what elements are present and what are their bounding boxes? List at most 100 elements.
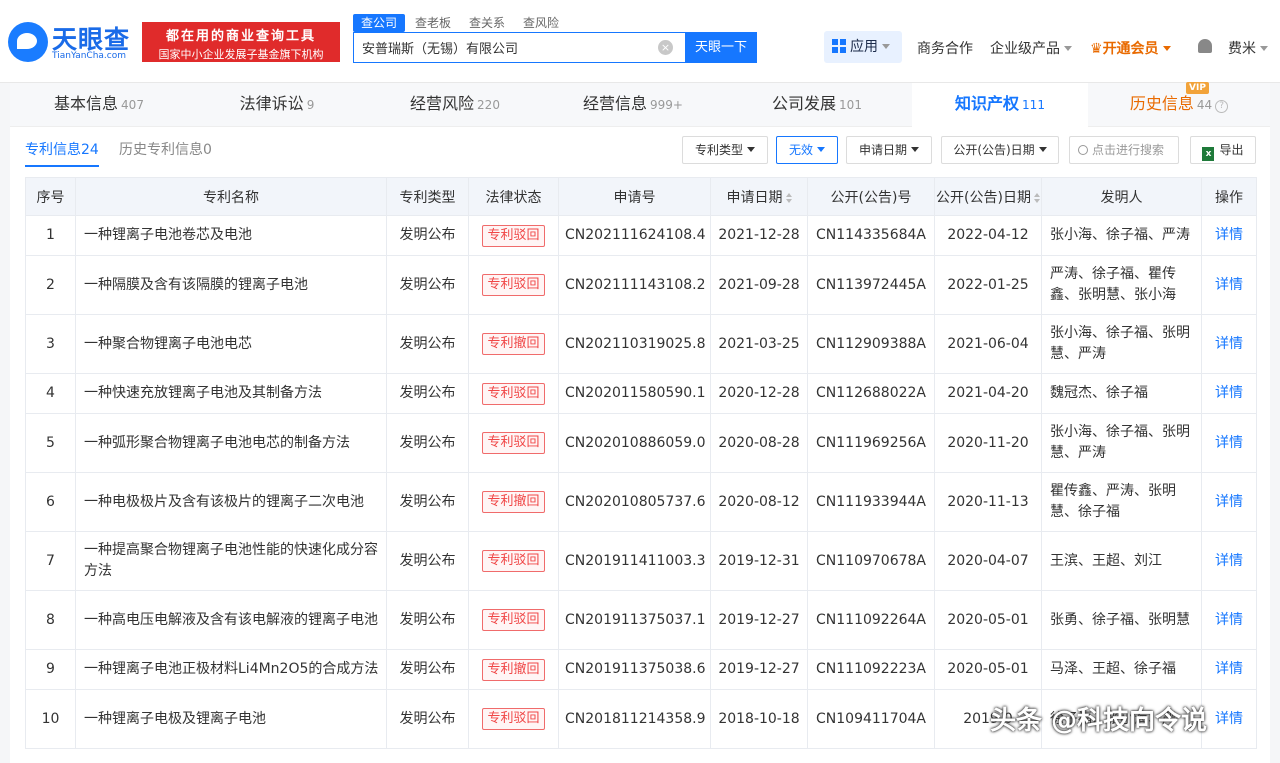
cell-app-date: 2021-12-28 (710, 215, 808, 256)
tab-basic-info[interactable]: 基本信息 407 (10, 83, 188, 127)
search-tab-company[interactable]: 查公司 (353, 14, 406, 32)
cell-app-date: 2019-12-27 (710, 590, 808, 650)
cell-text: CN202011580590.1 (565, 385, 706, 401)
top-header: 天眼查 TianYanCha.com 都在用的商业查询工具 国家中小企业发展子基… (0, 0, 1280, 83)
table-row: 2 一种隔膜及含有该隔膜的锂离子电池 发明公布 专利驳回 CN202111143108.… (25, 255, 1257, 315)
export-button[interactable]: x 导出 (1190, 136, 1256, 164)
cell-text: CN114335684A (816, 227, 926, 243)
subtab-label: 专利信息 (25, 142, 81, 158)
detail-link[interactable]: 详情 (1215, 277, 1243, 293)
tab-label: 法律诉讼 (239, 94, 304, 113)
cell-op: 详情 (1201, 590, 1257, 650)
cell-app-no: CN201811214358.9 (558, 689, 711, 749)
filter-search-input[interactable]: 点击进行搜索 (1069, 136, 1179, 164)
cell-text: CN112688022A (816, 385, 926, 401)
cell-text: 2022-04-12 (947, 227, 1029, 243)
cell-type: 发明公布 (386, 590, 469, 650)
sort-icon[interactable] (1033, 192, 1040, 203)
clear-icon[interactable]: × (658, 40, 673, 55)
cell-text: 张勇、徐子福、张明慧 (1050, 611, 1190, 628)
search-button[interactable]: 天眼一下 (685, 32, 757, 63)
cell-pub-date: 2021-06-04 (934, 314, 1042, 374)
search-input[interactable] (354, 33, 654, 62)
tab-label: 历史信息 (1129, 94, 1194, 113)
tab-label: 知识产权 (955, 94, 1020, 113)
cell-op: 详情 (1201, 255, 1257, 315)
subtab-patents[interactable]: 专利信息24 (25, 139, 99, 167)
search-tab-risk[interactable]: 查风险 (515, 14, 567, 32)
tab-development[interactable]: 公司发展 101 (722, 83, 912, 127)
cell-type: 发明公布 (386, 689, 469, 749)
col-pub-date[interactable]: 公开(公告)日期 (934, 177, 1042, 216)
detail-link[interactable]: 详情 (1215, 553, 1243, 569)
promo-banner[interactable]: 都在用的商业查询工具 国家中小企业发展子基金旗下机构 (142, 22, 340, 62)
user-name: 费米 (1228, 41, 1256, 57)
nav-vip[interactable]: ♛开通会员 (1090, 38, 1171, 58)
cell-text: 2021-04-20 (947, 385, 1029, 401)
table-row: 9 一种锂离子电池正极材料Li4Mn2O5的合成方法 发明公布 专利撤回 CN20191… (25, 649, 1257, 690)
search-tab-boss[interactable]: 查老板 (407, 14, 459, 32)
tab-risk[interactable]: 经营风险 220 (366, 83, 544, 127)
cell-text: 2020-04-07 (947, 552, 1029, 569)
tab-operations[interactable]: 经营信息 999+ (544, 83, 722, 127)
filter-invalid[interactable]: 无效 (776, 136, 838, 164)
chevron-down-icon (911, 147, 919, 152)
detail-link[interactable]: 详情 (1215, 711, 1243, 727)
tab-history[interactable]: 历史信息 44? (1088, 83, 1270, 127)
chevron-down-icon (1162, 46, 1171, 51)
cell-text: 2021-09-28 (718, 276, 800, 293)
cell-text: 瞿传鑫、严涛、张明慧、徐子福 (1050, 483, 1176, 520)
nav-enterprise[interactable]: 企业级产品 (990, 38, 1072, 58)
detail-link[interactable]: 详情 (1215, 227, 1243, 243)
cell-text: 张小海、徐子福、张明慧、严涛 (1050, 325, 1190, 362)
filter-pub-date[interactable]: 公开(公告)日期 (941, 136, 1059, 164)
apps-button[interactable]: 应用 (824, 31, 902, 63)
banner-line1: 都在用的商业查询工具 (165, 29, 316, 44)
cell-text: 马泽、王超、徐子福 (1050, 661, 1176, 677)
table-row: 5 一种弧形聚合物锂离子电池电芯的制备方法 发明公布 专利驳回 CN2020108860… (25, 413, 1257, 473)
cell-pub-no: CN111933944A (807, 472, 935, 532)
tab-ip[interactable]: 知识产权 111 (912, 83, 1088, 127)
cell-text: 1 (46, 227, 55, 243)
cell-status: 专利驳回 (468, 689, 559, 749)
subtab-history-patents[interactable]: 历史专利信息0 (119, 139, 212, 159)
cell-inventors: 张小海、徐子福、张明慧、严涛 (1041, 314, 1202, 374)
filter-apply-date[interactable]: 申请日期 (846, 136, 932, 164)
nav-user[interactable]: 费米 (1228, 38, 1268, 58)
detail-link[interactable]: 详情 (1215, 661, 1243, 677)
cell-pub-date: 2022-04-12 (934, 215, 1042, 256)
search-tab-relation[interactable]: 查关系 (461, 14, 513, 32)
search-icon (1078, 145, 1088, 155)
table-row: 8 一种高电压电解液及含有该电解液的锂离子电池 发明公布 专利驳回 CN20191137… (25, 590, 1257, 650)
cell-status: 专利驳回 (468, 215, 559, 256)
cell-app-no: CN202010805737.6 (558, 472, 711, 532)
cell-name: 一种弧形聚合物锂离子电池电芯的制备方法 (75, 413, 387, 473)
cell-pub-no: CN109411704A (807, 689, 935, 749)
bell-icon[interactable] (1198, 39, 1212, 53)
tab-count: 999+ (650, 98, 683, 112)
detail-link[interactable]: 详情 (1215, 612, 1243, 628)
sort-icon[interactable] (785, 192, 792, 203)
logo[interactable]: 天眼查 TianYanCha.com (8, 20, 136, 64)
col-app-date[interactable]: 申请日期 (710, 177, 808, 216)
cell-op: 详情 (1201, 413, 1257, 473)
detail-link[interactable]: 详情 (1215, 494, 1243, 510)
cell-app-date: 2021-09-28 (710, 255, 808, 315)
tab-legal[interactable]: 法律诉讼 9 (188, 83, 366, 127)
detail-link[interactable]: 详情 (1215, 385, 1243, 401)
filter-patent-type[interactable]: 专利类型 (682, 136, 768, 164)
detail-link[interactable]: 详情 (1215, 435, 1243, 451)
cell-type: 发明公布 (386, 413, 469, 473)
nav-business[interactable]: 商务合作 (917, 38, 973, 58)
cell-pub-no: CN114335684A (807, 215, 935, 256)
patent-table: 序号 专利名称 专利类型 法律状态 申请号 申请日期 公开(公告)号 公开(公告… (25, 177, 1257, 749)
cell-text: 2021-03-25 (718, 335, 800, 352)
cell-pub-date: 2020-04-07 (934, 531, 1042, 591)
cell-text: CN201811214358.9 (565, 710, 706, 727)
cell-text: 2019-12-31 (718, 552, 800, 569)
help-icon[interactable]: ? (1215, 100, 1229, 113)
detail-link[interactable]: 详情 (1215, 336, 1243, 352)
tab-count: 111 (1022, 98, 1045, 112)
cell-text: 王滨、王超、刘江 (1050, 552, 1162, 569)
vip-badge: VIP (1186, 82, 1209, 94)
